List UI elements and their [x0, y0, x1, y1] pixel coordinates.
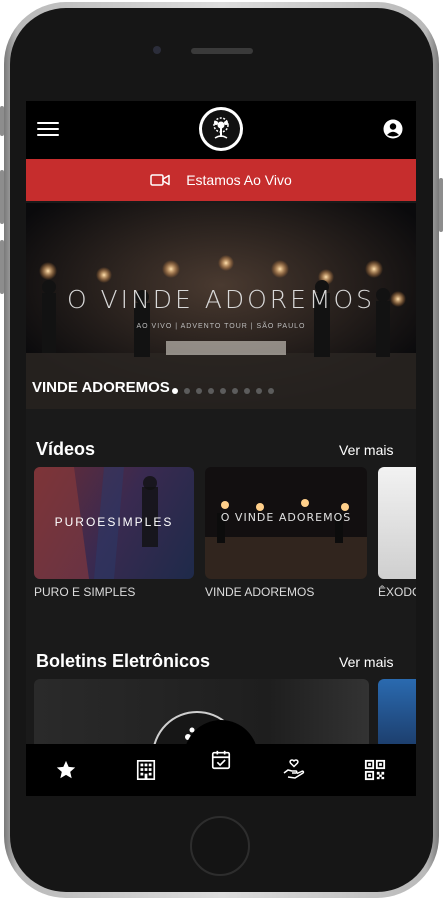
bulletins-section-title: Boletins Eletrônicos [36, 651, 211, 671]
hamburger-menu-icon[interactable] [37, 122, 59, 138]
volume-down-button [0, 240, 4, 294]
carousel-dot[interactable] [184, 388, 190, 394]
video-thumbnail-title: PUROESIMPLES [54, 515, 174, 529]
carousel-dots[interactable] [172, 388, 274, 394]
volume-up-button [0, 170, 4, 224]
home-button[interactable] [190, 816, 250, 876]
bulletin-card[interactable] [378, 679, 416, 749]
video-card-exodo[interactable] [378, 467, 416, 579]
tree-logo-icon[interactable] [199, 107, 243, 151]
featured-banner[interactable]: O VINDE ADOREMOS AO VIVO | ADVENTO TOUR … [26, 203, 416, 409]
carousel-dot[interactable] [268, 388, 274, 394]
live-label: Estamos Ao Vivo [186, 172, 292, 188]
calendar-check-icon[interactable] [209, 748, 233, 772]
video-card-label: ÊXODO [378, 585, 416, 599]
user-account-icon[interactable] [383, 119, 403, 139]
carousel-dot[interactable] [244, 388, 250, 394]
mute-switch [0, 106, 4, 136]
building-icon[interactable] [134, 758, 158, 782]
front-camera [153, 46, 161, 54]
carousel-dot[interactable] [232, 388, 238, 394]
carousel-dot[interactable] [172, 388, 178, 394]
banner-image-title: O VINDE ADOREMOS [66, 285, 376, 314]
earpiece-speaker [191, 48, 253, 54]
videos-section-title: Vídeos [36, 439, 96, 459]
video-card-puro-e-simples[interactable]: PUROESIMPLES [34, 467, 194, 579]
bottom-navigation [26, 720, 416, 796]
giving-hand-icon[interactable] [282, 758, 306, 782]
carousel-dot[interactable] [256, 388, 262, 394]
video-card-vinde-adoremos[interactable]: O VINDE ADOREMOS [205, 467, 367, 579]
videos-see-more-link[interactable]: Ver mais [339, 442, 393, 458]
live-stream-button[interactable]: Estamos Ao Vivo [26, 159, 416, 201]
carousel-dot[interactable] [208, 388, 214, 394]
bulletins-see-more-link[interactable]: Ver mais [339, 654, 393, 670]
video-thumbnail-title: O VINDE ADOREMOS [220, 511, 352, 524]
carousel-dot[interactable] [196, 388, 202, 394]
banner-image-subtitle: AO VIVO | ADVENTO TOUR | SÃO PAULO [136, 323, 306, 330]
carousel-dot[interactable] [220, 388, 226, 394]
power-button [439, 178, 443, 232]
video-card-label: PURO E SIMPLES [34, 585, 136, 599]
qr-code-icon[interactable] [363, 758, 387, 782]
banner-caption: VINDE ADOREMOS [32, 379, 170, 396]
video-camera-icon [150, 173, 170, 187]
video-card-label: VINDE ADOREMOS [205, 585, 315, 599]
app-screen: Estamos Ao Vivo O VINDE ADOREMOS AO VIVO… [26, 101, 416, 796]
top-bar [26, 101, 416, 159]
star-icon[interactable] [54, 758, 78, 782]
